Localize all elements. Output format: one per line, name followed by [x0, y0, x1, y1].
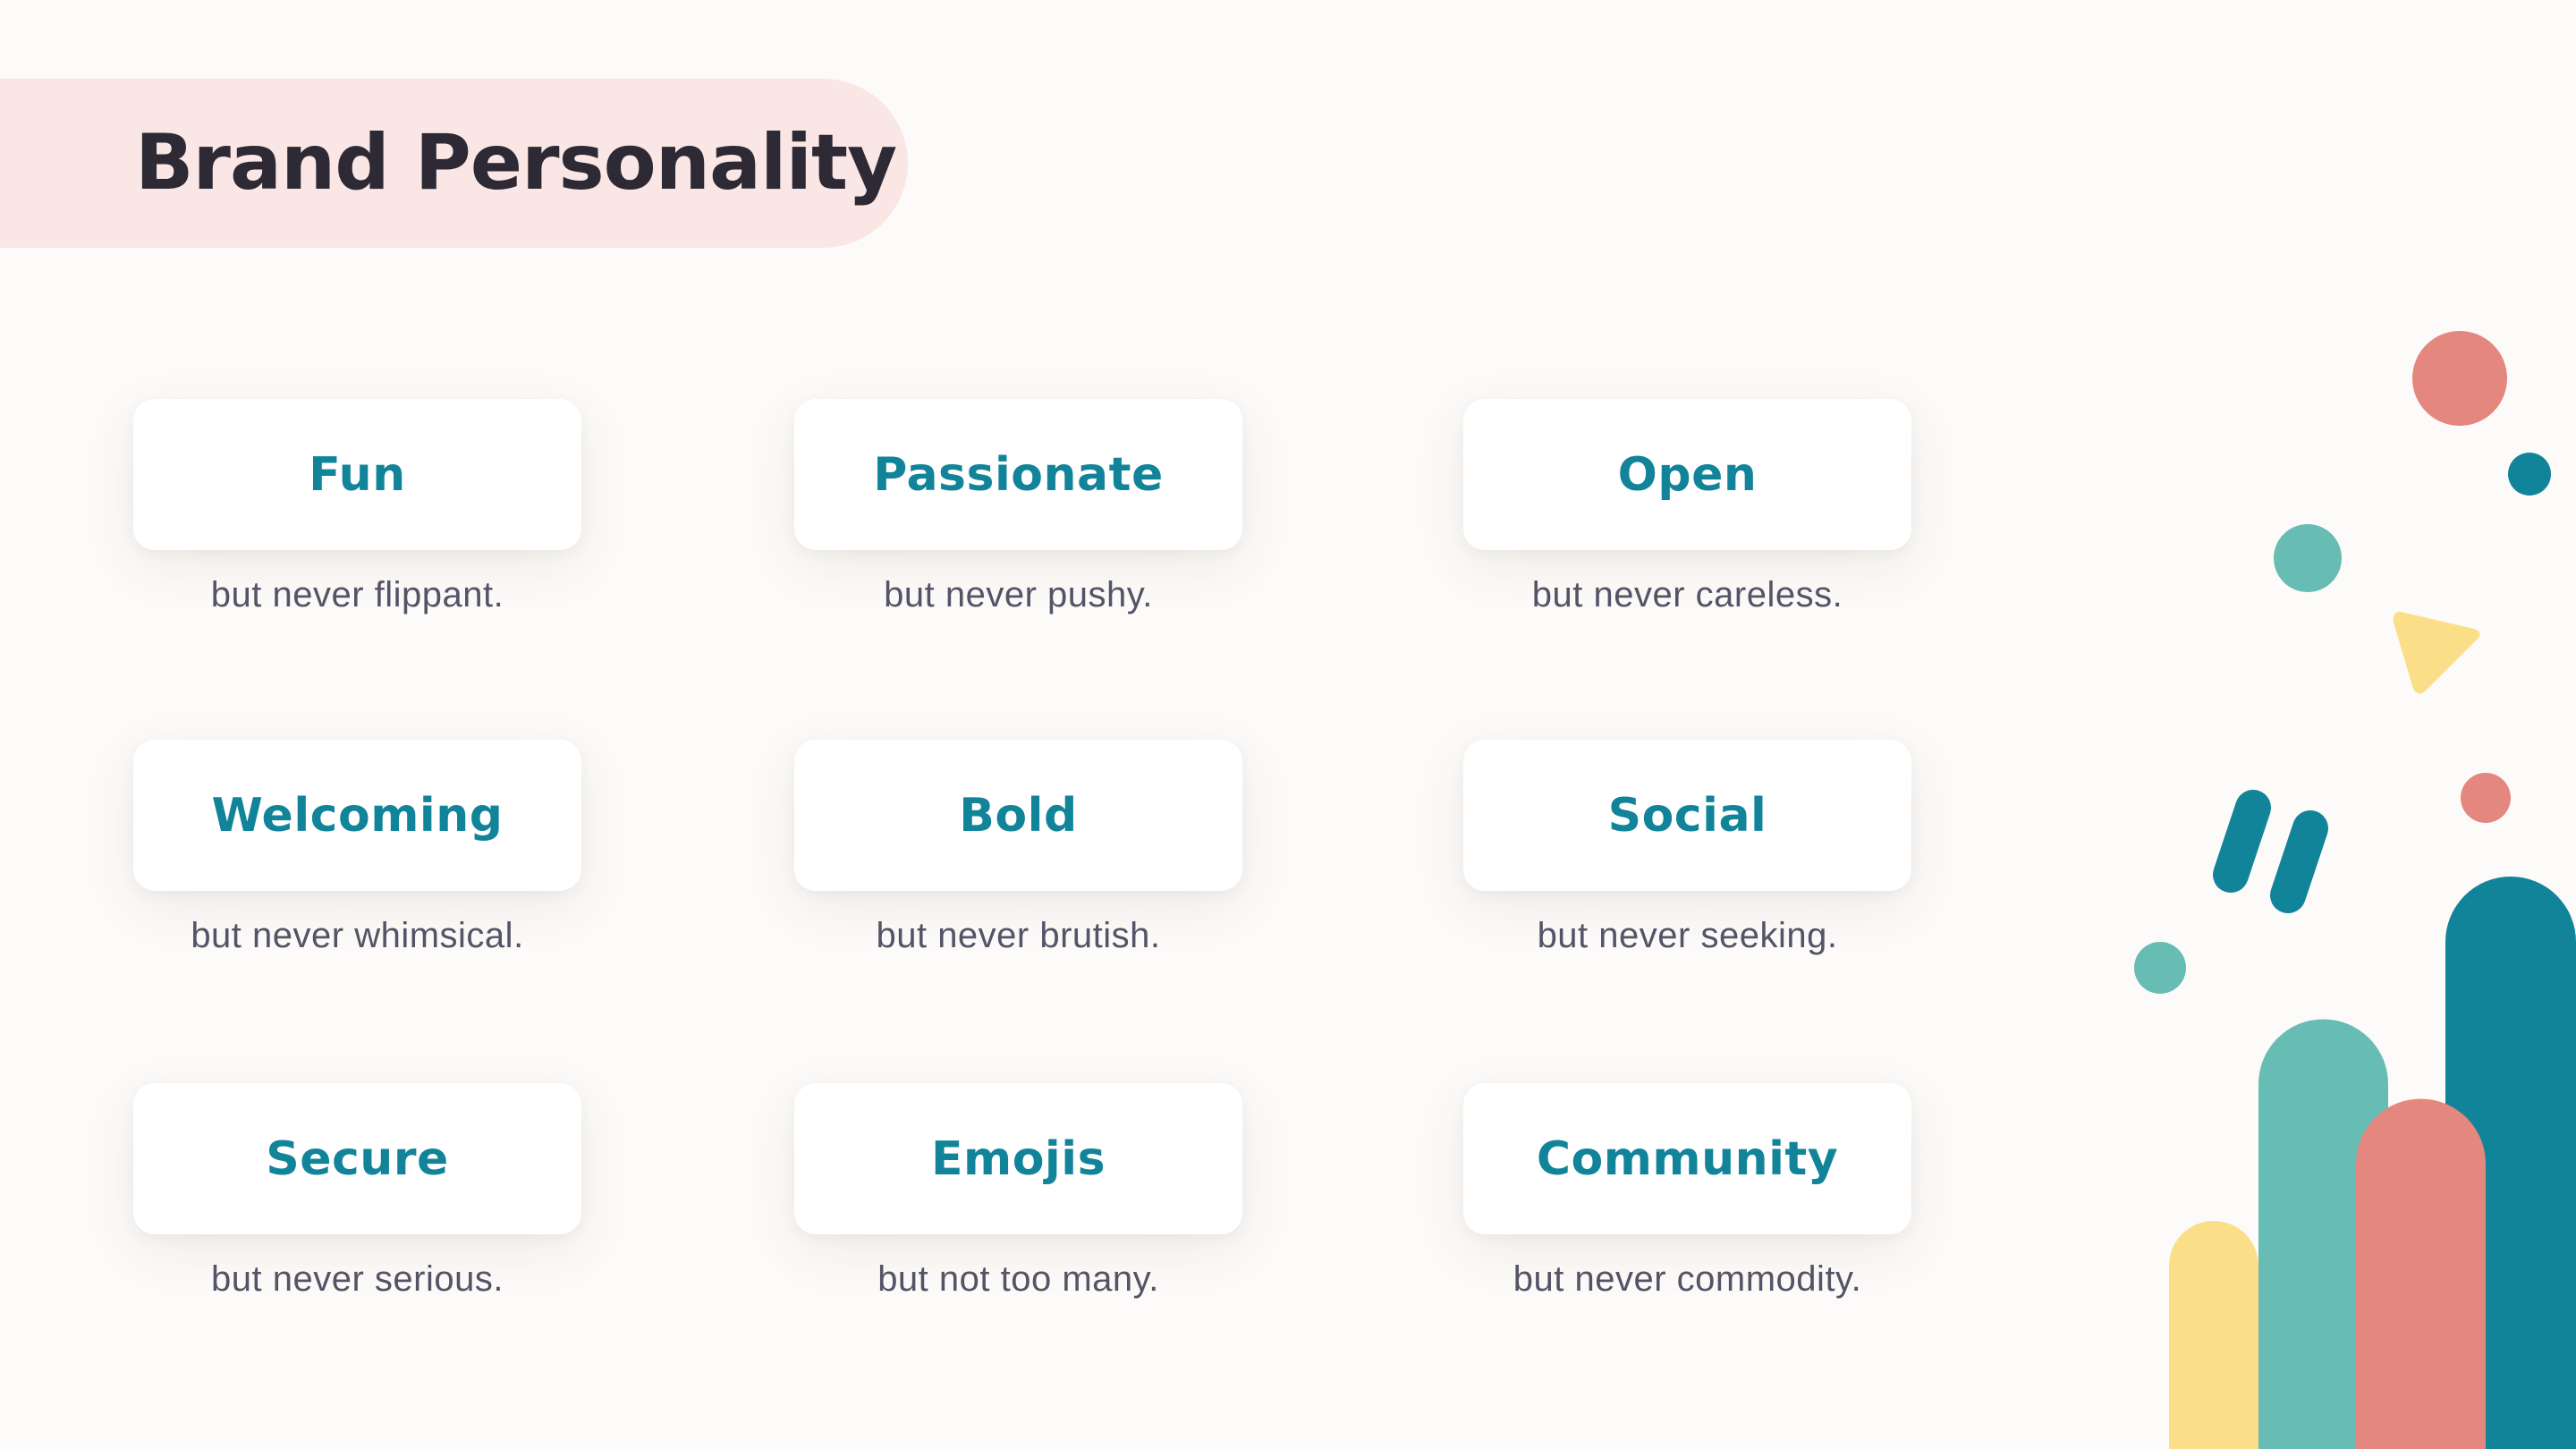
- yellow-triangle: [2393, 612, 2480, 694]
- teal-dot-small: [2508, 453, 2551, 496]
- trait-item: Social but never seeking.: [1463, 740, 1911, 956]
- trait-card: Welcoming: [133, 740, 581, 891]
- trait-title: Open: [1617, 447, 1758, 502]
- trait-item: Welcoming but never whimsical.: [133, 740, 581, 956]
- teal-dash: [2213, 790, 2271, 893]
- trait-subtitle: but not too many.: [877, 1259, 1159, 1299]
- trait-subtitle: but never brutish.: [876, 916, 1161, 955]
- trait-title: Fun: [309, 447, 406, 502]
- mint-dot-small: [2134, 942, 2186, 994]
- trait-card: Fun: [133, 399, 581, 550]
- trait-card: Bold: [794, 740, 1242, 891]
- trait-item: Community but never commodity.: [1463, 1083, 1911, 1300]
- trait-card: Emojis: [794, 1083, 1242, 1234]
- pill-coral: [2356, 1098, 2486, 1449]
- coral-dot-small: [2461, 773, 2511, 823]
- page-title: Brand Personality: [135, 118, 897, 208]
- trait-title: Bold: [959, 788, 1078, 843]
- teal-dash: [2270, 810, 2328, 913]
- trait-card: Passionate: [794, 399, 1242, 550]
- trait-title: Community: [1536, 1131, 1839, 1186]
- pill-dark-teal: [2445, 877, 2576, 1449]
- trait-title: Secure: [266, 1131, 449, 1186]
- trait-title: Welcoming: [211, 788, 504, 843]
- trait-subtitle: but never whimsical.: [191, 916, 524, 955]
- trait-item: Emojis but not too many.: [794, 1083, 1242, 1300]
- trait-card: Social: [1463, 740, 1911, 891]
- trait-item: Fun but never flippant.: [133, 399, 581, 615]
- coral-circle-large: [2412, 331, 2507, 426]
- trait-subtitle: but never pushy.: [884, 575, 1153, 614]
- pill-mint: [2258, 1019, 2388, 1449]
- trait-card: Open: [1463, 399, 1911, 550]
- trait-title: Passionate: [873, 447, 1164, 502]
- trait-item: Bold but never brutish.: [794, 740, 1242, 956]
- trait-subtitle: but never serious.: [211, 1259, 504, 1299]
- mint-dot: [2274, 524, 2342, 592]
- trait-subtitle: but never careless.: [1531, 575, 1843, 614]
- trait-item: Secure but never serious.: [133, 1083, 581, 1300]
- trait-subtitle: but never flippant.: [210, 575, 504, 614]
- trait-item: Open but never careless.: [1463, 399, 1911, 615]
- trait-title: Social: [1607, 788, 1767, 843]
- trait-subtitle: but never seeking.: [1537, 916, 1838, 955]
- pill-yellow: [2169, 1221, 2258, 1449]
- trait-item: Passionate but never pushy.: [794, 399, 1242, 615]
- trait-card: Community: [1463, 1083, 1911, 1234]
- trait-card: Secure: [133, 1083, 581, 1234]
- trait-subtitle: but never commodity.: [1513, 1259, 1862, 1299]
- trait-title: Emojis: [930, 1131, 1106, 1186]
